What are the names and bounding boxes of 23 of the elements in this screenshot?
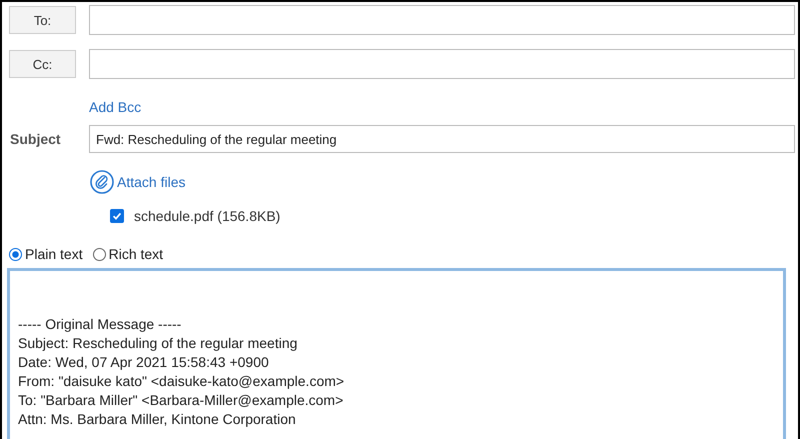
format-label[interactable]: Rich text <box>108 246 164 262</box>
paperclip-icon[interactable] <box>90 170 114 194</box>
recipient-field[interactable] <box>89 5 795 35</box>
message-line: To: "Barbara Miller" <Barbara-Miller@example.com> <box>18 391 344 410</box>
message-line: ----- Original Message ----- <box>18 315 182 334</box>
attachment-name: schedule.pdf (156.8KB) <box>134 208 280 224</box>
message-line: Date: Wed, 07 Apr 2021 15:58:43 +0900 <box>18 353 270 372</box>
format-radio[interactable] <box>9 248 22 260</box>
format-radio[interactable] <box>92 248 106 260</box>
message-body-field[interactable] <box>7 268 786 439</box>
format-label[interactable]: Plain text <box>25 246 83 262</box>
check-icon <box>111 210 123 222</box>
subject-label: Subject <box>9 131 62 147</box>
recipient-button[interactable]: To: <box>9 6 76 34</box>
subject-field[interactable]: Fwd: Rescheduling of the regular meeting <box>89 125 795 153</box>
recipient-field[interactable] <box>89 49 795 79</box>
message-line: Subject: Rescheduling of the regular meeting <box>18 334 298 353</box>
recipient-button[interactable]: Cc: <box>9 50 76 78</box>
attach-files-link[interactable]: Attach files <box>117 174 186 190</box>
add-bcc-link[interactable]: Add Bcc <box>89 99 142 115</box>
message-line: From: "daisuke kato" <daisuke-kato@example.com> <box>18 372 346 391</box>
attachment-checkbox[interactable] <box>110 209 124 223</box>
message-line: Attn: Ms. Barbara Miller, Kintone Corporation <box>18 410 297 429</box>
